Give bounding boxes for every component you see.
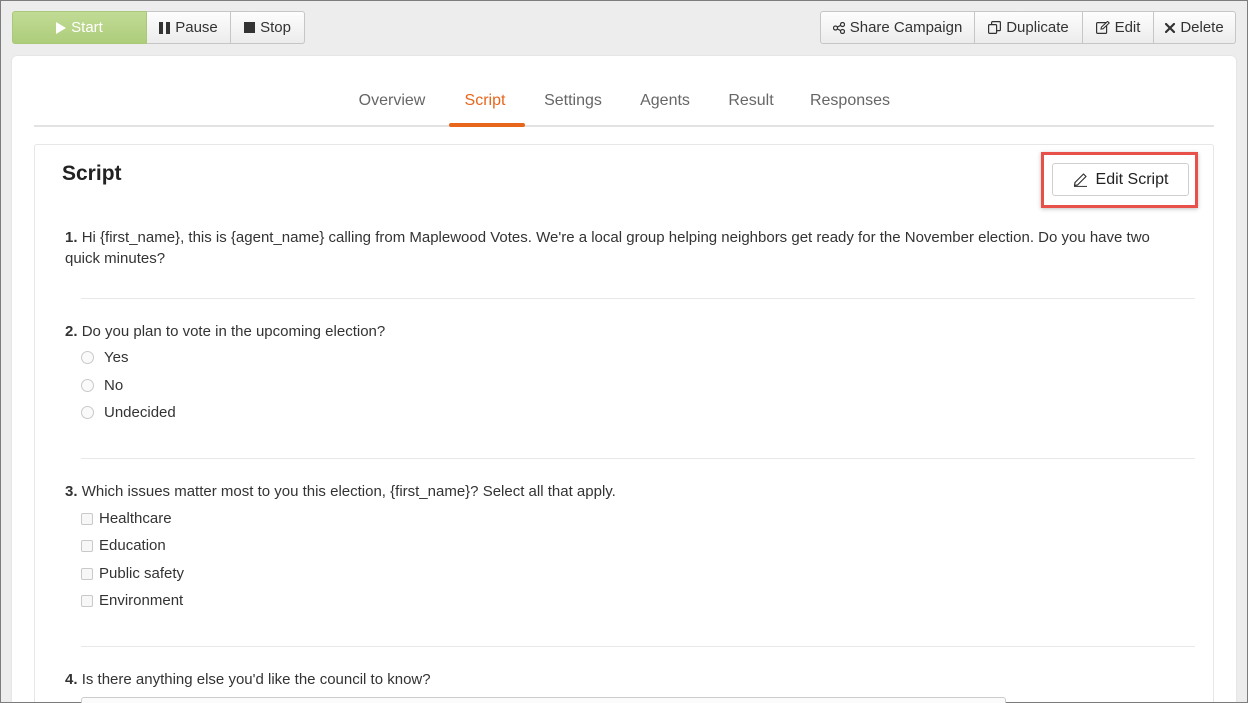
campaign-toolbar: Start Pause Stop Share Campaign Duplicat… [12, 11, 1236, 45]
share-campaign-button[interactable]: Share Campaign [820, 11, 975, 44]
radio-button[interactable] [81, 351, 94, 364]
duplicate-button[interactable]: Duplicate [975, 11, 1083, 44]
script-card: Script Edit Script 1. Hi {first_name}, t… [34, 144, 1214, 703]
checkbox[interactable] [81, 512, 93, 525]
active-tab-indicator [449, 123, 525, 127]
checkbox-option-healthcare[interactable]: Healthcare [81, 510, 172, 527]
script-title: Script [62, 162, 122, 185]
question-divider [81, 458, 1195, 459]
start-button-label: Start [71, 19, 103, 36]
checkbox-option-public-safety[interactable]: Public safety [81, 565, 184, 582]
answer-textarea[interactable] [81, 697, 1006, 703]
close-icon [1165, 22, 1176, 33]
share-icon [832, 21, 845, 34]
radio-option-yes[interactable]: Yes [81, 349, 128, 366]
question-number: 3. [65, 483, 78, 500]
radio-option-no[interactable]: No [81, 377, 123, 394]
checkbox[interactable] [81, 567, 93, 580]
question-1: 1. Hi {first_name}, this is {agent_name}… [65, 227, 1187, 269]
option-label: Public safety [99, 565, 185, 582]
tab-result[interactable]: Result [728, 92, 773, 110]
question-number: 1. [65, 229, 78, 246]
delete-label: Delete [1180, 19, 1224, 36]
start-button[interactable]: Start [12, 11, 147, 44]
question-3: 3. Which issues matter most to you this … [65, 481, 1187, 502]
pause-button[interactable]: Pause [147, 11, 231, 44]
question-text: Do you plan to vote in the upcoming elec… [81, 323, 386, 340]
question-text: Hi {first_name}, this is {agent_name} ca… [65, 229, 1150, 267]
pause-button-label: Pause [175, 19, 218, 36]
option-label: Education [99, 537, 166, 554]
radio-button[interactable] [81, 406, 94, 419]
checkbox-option-education[interactable]: Education [81, 537, 166, 554]
duplicate-label: Duplicate [1006, 19, 1069, 36]
copy-icon [988, 21, 1002, 34]
radio-option-undecided[interactable]: Undecided [81, 404, 176, 421]
tab-settings[interactable]: Settings [544, 92, 602, 110]
tab-script[interactable]: Script [465, 92, 506, 110]
option-label: Environment [99, 592, 184, 609]
question-divider [81, 298, 1195, 299]
campaign-control-group: Start Pause Stop [12, 11, 305, 44]
play-icon [56, 21, 67, 34]
checkbox[interactable] [81, 539, 93, 552]
question-number: 2. [65, 323, 78, 340]
checkbox[interactable] [81, 594, 93, 607]
edit-icon [1095, 21, 1110, 34]
question-divider [81, 646, 1195, 647]
question-text: Is there anything else you'd like the co… [81, 671, 431, 688]
question-number: 4. [65, 671, 78, 688]
question-4: 4. Is there anything else you'd like the… [65, 669, 1187, 690]
question-text: Which issues matter most to you this ele… [81, 483, 616, 500]
pencil-icon [1073, 172, 1088, 187]
question-2: 2. Do you plan to vote in the upcoming e… [65, 321, 1187, 342]
pause-icon [159, 21, 171, 34]
tab-overview[interactable]: Overview [359, 92, 426, 110]
campaign-action-group: Share Campaign Duplicate Edit Delete [820, 11, 1236, 44]
edit-script-label: Edit Script [1095, 170, 1169, 188]
tab-agents[interactable]: Agents [640, 92, 690, 110]
stop-button-label: Stop [260, 19, 291, 36]
stop-icon [244, 22, 256, 33]
edit-button[interactable]: Edit [1083, 11, 1154, 44]
tab-bar: Overview Script Settings Agents Result R… [34, 56, 1214, 127]
radio-button[interactable] [81, 379, 94, 392]
option-label: Yes [104, 349, 129, 366]
option-label: Healthcare [99, 510, 172, 527]
delete-button[interactable]: Delete [1154, 11, 1236, 44]
tab-responses[interactable]: Responses [810, 92, 890, 110]
edit-script-button[interactable]: Edit Script [1052, 163, 1189, 196]
share-campaign-label: Share Campaign [849, 19, 963, 36]
option-label: No [104, 377, 124, 394]
stop-button[interactable]: Stop [231, 11, 305, 44]
edit-label: Edit [1114, 19, 1141, 36]
campaign-panel: Overview Script Settings Agents Result R… [12, 56, 1236, 703]
checkbox-option-environment[interactable]: Environment [81, 592, 183, 609]
option-label: Undecided [104, 404, 176, 421]
